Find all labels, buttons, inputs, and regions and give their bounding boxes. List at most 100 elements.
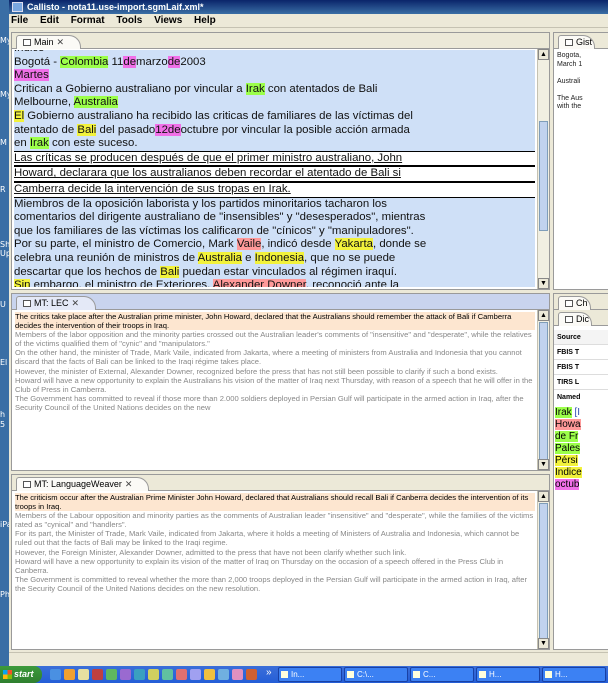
taskbar-item[interactable]: C:\... [344,667,408,682]
scroll-up-arrow-icon[interactable]: ▲ [538,491,549,502]
start-button[interactable]: start [0,666,42,683]
entity-highlight: Australia [73,96,118,109]
selected-sentence-line: Howard, declarara que los australianos d… [14,166,535,182]
quicklaunch-app-icon[interactable] [148,669,159,680]
quicklaunch-app-icon[interactable] [106,669,117,680]
scroll-up-arrow-icon[interactable]: ▲ [538,49,549,60]
quicklaunch-app-icon[interactable] [176,669,187,680]
mt-languageweaver-pane: MT: LanguageWeaver ✕ The criticism occur … [11,474,550,650]
view-icon [23,39,31,46]
main-document-text[interactable]: IndiceBogotá - Colombia 11demarzode2003M… [14,50,535,287]
taskbar-item[interactable]: H... [476,667,540,682]
text-run: 11 [108,55,124,68]
entity-highlight: Colombia [60,55,109,68]
source-row[interactable]: FBIS T [554,360,608,375]
entity-highlight: Vaile [236,238,262,251]
entity-highlight: Bali [77,123,97,136]
taskbar-item[interactable]: H... [542,667,606,682]
source-list: Source FBIS T FBIS T TIRS L Named [554,330,608,405]
tab-main[interactable]: Main ✕ [16,35,82,49]
scroll-thumb[interactable] [539,121,548,231]
close-icon[interactable]: ✕ [72,297,80,310]
text-run: Camberra decide la intervención de sus t… [14,182,291,195]
named-entity-item[interactable]: Irak [I [554,407,582,419]
text-run: Indice [14,50,44,54]
document-line: celebra una reunión de ministros de Aust… [14,251,535,266]
scroll-thumb[interactable] [539,322,548,460]
tab-mt-lec[interactable]: MT: LEC ✕ [16,296,97,310]
text-run: octubre por vincular la posible acción a… [180,123,410,136]
status-bar [9,652,608,666]
menu-views[interactable]: Views [154,15,182,26]
scroll-up-arrow-icon[interactable]: ▲ [538,310,549,321]
gist-text[interactable]: Bogota, March 1 Australi The Aus with th… [557,52,583,112]
menu-bar: File Edit Format Tools Views Help [9,14,608,28]
menu-edit[interactable]: Edit [40,15,59,26]
lw-scrollbar[interactable]: ▲ ▼ [537,491,549,649]
lec-translation-text[interactable]: The critics take place after the Austral… [15,312,535,468]
quicklaunch-mail-icon[interactable] [78,669,89,680]
quicklaunch-app-icon[interactable] [92,669,103,680]
quicklaunch-app-icon[interactable] [190,669,201,680]
entity-name: Irak [555,407,572,418]
lec-scrollbar[interactable]: ▲ ▼ [537,310,549,470]
named-entity-item[interactable]: Indice [554,467,582,479]
quicklaunch-app-icon[interactable] [162,669,173,680]
text-run: Por su parte, el ministro de Comercio, M… [14,238,237,251]
tab-gist[interactable]: Gist [558,35,596,49]
entity-type: [I [571,407,581,418]
view-icon [23,481,31,488]
named-entity-item[interactable]: Howa [554,419,582,431]
scroll-down-arrow-icon[interactable]: ▼ [538,459,549,470]
scroll-down-arrow-icon[interactable]: ▼ [538,278,549,289]
quicklaunch-app-icon[interactable] [134,669,145,680]
tab-ch-label: Ch [576,298,588,308]
scroll-thumb[interactable] [539,503,548,639]
close-icon[interactable]: ✕ [125,478,133,491]
document-line: Miembros de la oposición laborista y los… [14,197,535,212]
text-run: Las críticas se producen después de que … [14,151,403,164]
window-titlebar[interactable]: Callisto - nota11.use-import.sgmLaif.xml… [9,0,608,14]
scroll-down-arrow-icon[interactable]: ▼ [538,638,549,649]
text-run: 2003 [180,55,206,68]
named-entity-item[interactable]: octub [554,479,582,491]
close-icon[interactable]: ✕ [57,36,65,49]
tab-dic-label: Dic [576,314,589,324]
tab-ch[interactable]: Ch [558,296,591,310]
quicklaunch-browser-icon[interactable] [50,669,61,680]
source-row[interactable]: TIRS L [554,375,608,390]
source-row[interactable]: FBIS T [554,345,608,360]
lw-translation-text[interactable]: The criticism occur after the Australian… [15,493,535,647]
taskbar-item[interactable]: In... [278,667,342,682]
text-run: con este suceso. [48,137,138,150]
lw-tabstrip: MT: LanguageWeaver ✕ [12,475,549,491]
text-run: , donde se [372,238,427,251]
menu-help[interactable]: Help [194,15,216,26]
named-entity-item[interactable]: Pales [554,443,582,455]
lec-tabstrip: MT: LEC ✕ [12,294,549,310]
menu-tools[interactable]: Tools [116,15,142,26]
tab-mt-languageweaver[interactable]: MT: LanguageWeaver ✕ [16,477,150,491]
quicklaunch-app-icon[interactable] [232,669,243,680]
text-run: Howard, declarara que los australianos d… [14,167,401,180]
document-line: El Gobierno australiano ha recibido las … [14,109,535,124]
quicklaunch-app-icon[interactable] [120,669,131,680]
mt-lec-pane: MT: LEC ✕ The critics take place after th… [11,293,550,471]
tab-dic[interactable]: Dic [558,312,592,326]
start-label: start [14,669,34,679]
quicklaunch-app-icon[interactable] [218,669,229,680]
document-line: en Irak con este suceso. [14,137,535,151]
entity-highlight: Irak [29,137,49,150]
quicklaunch-app-icon[interactable] [246,669,257,680]
text-run: con atentados de Bali [264,82,378,95]
entity-highlight: Australia [197,251,242,264]
named-entity-item[interactable]: Pérsi [554,455,582,467]
taskbar-more-chevron-icon[interactable]: » [266,667,272,678]
quicklaunch-app-icon[interactable] [204,669,215,680]
named-entity-item[interactable]: de Fr [554,431,582,443]
menu-format[interactable]: Format [71,15,105,26]
quicklaunch-media-icon[interactable] [64,669,75,680]
taskbar-item[interactable]: C... [410,667,474,682]
menu-file[interactable]: File [11,15,28,26]
main-scrollbar[interactable]: ▲ ▼ [537,49,549,289]
